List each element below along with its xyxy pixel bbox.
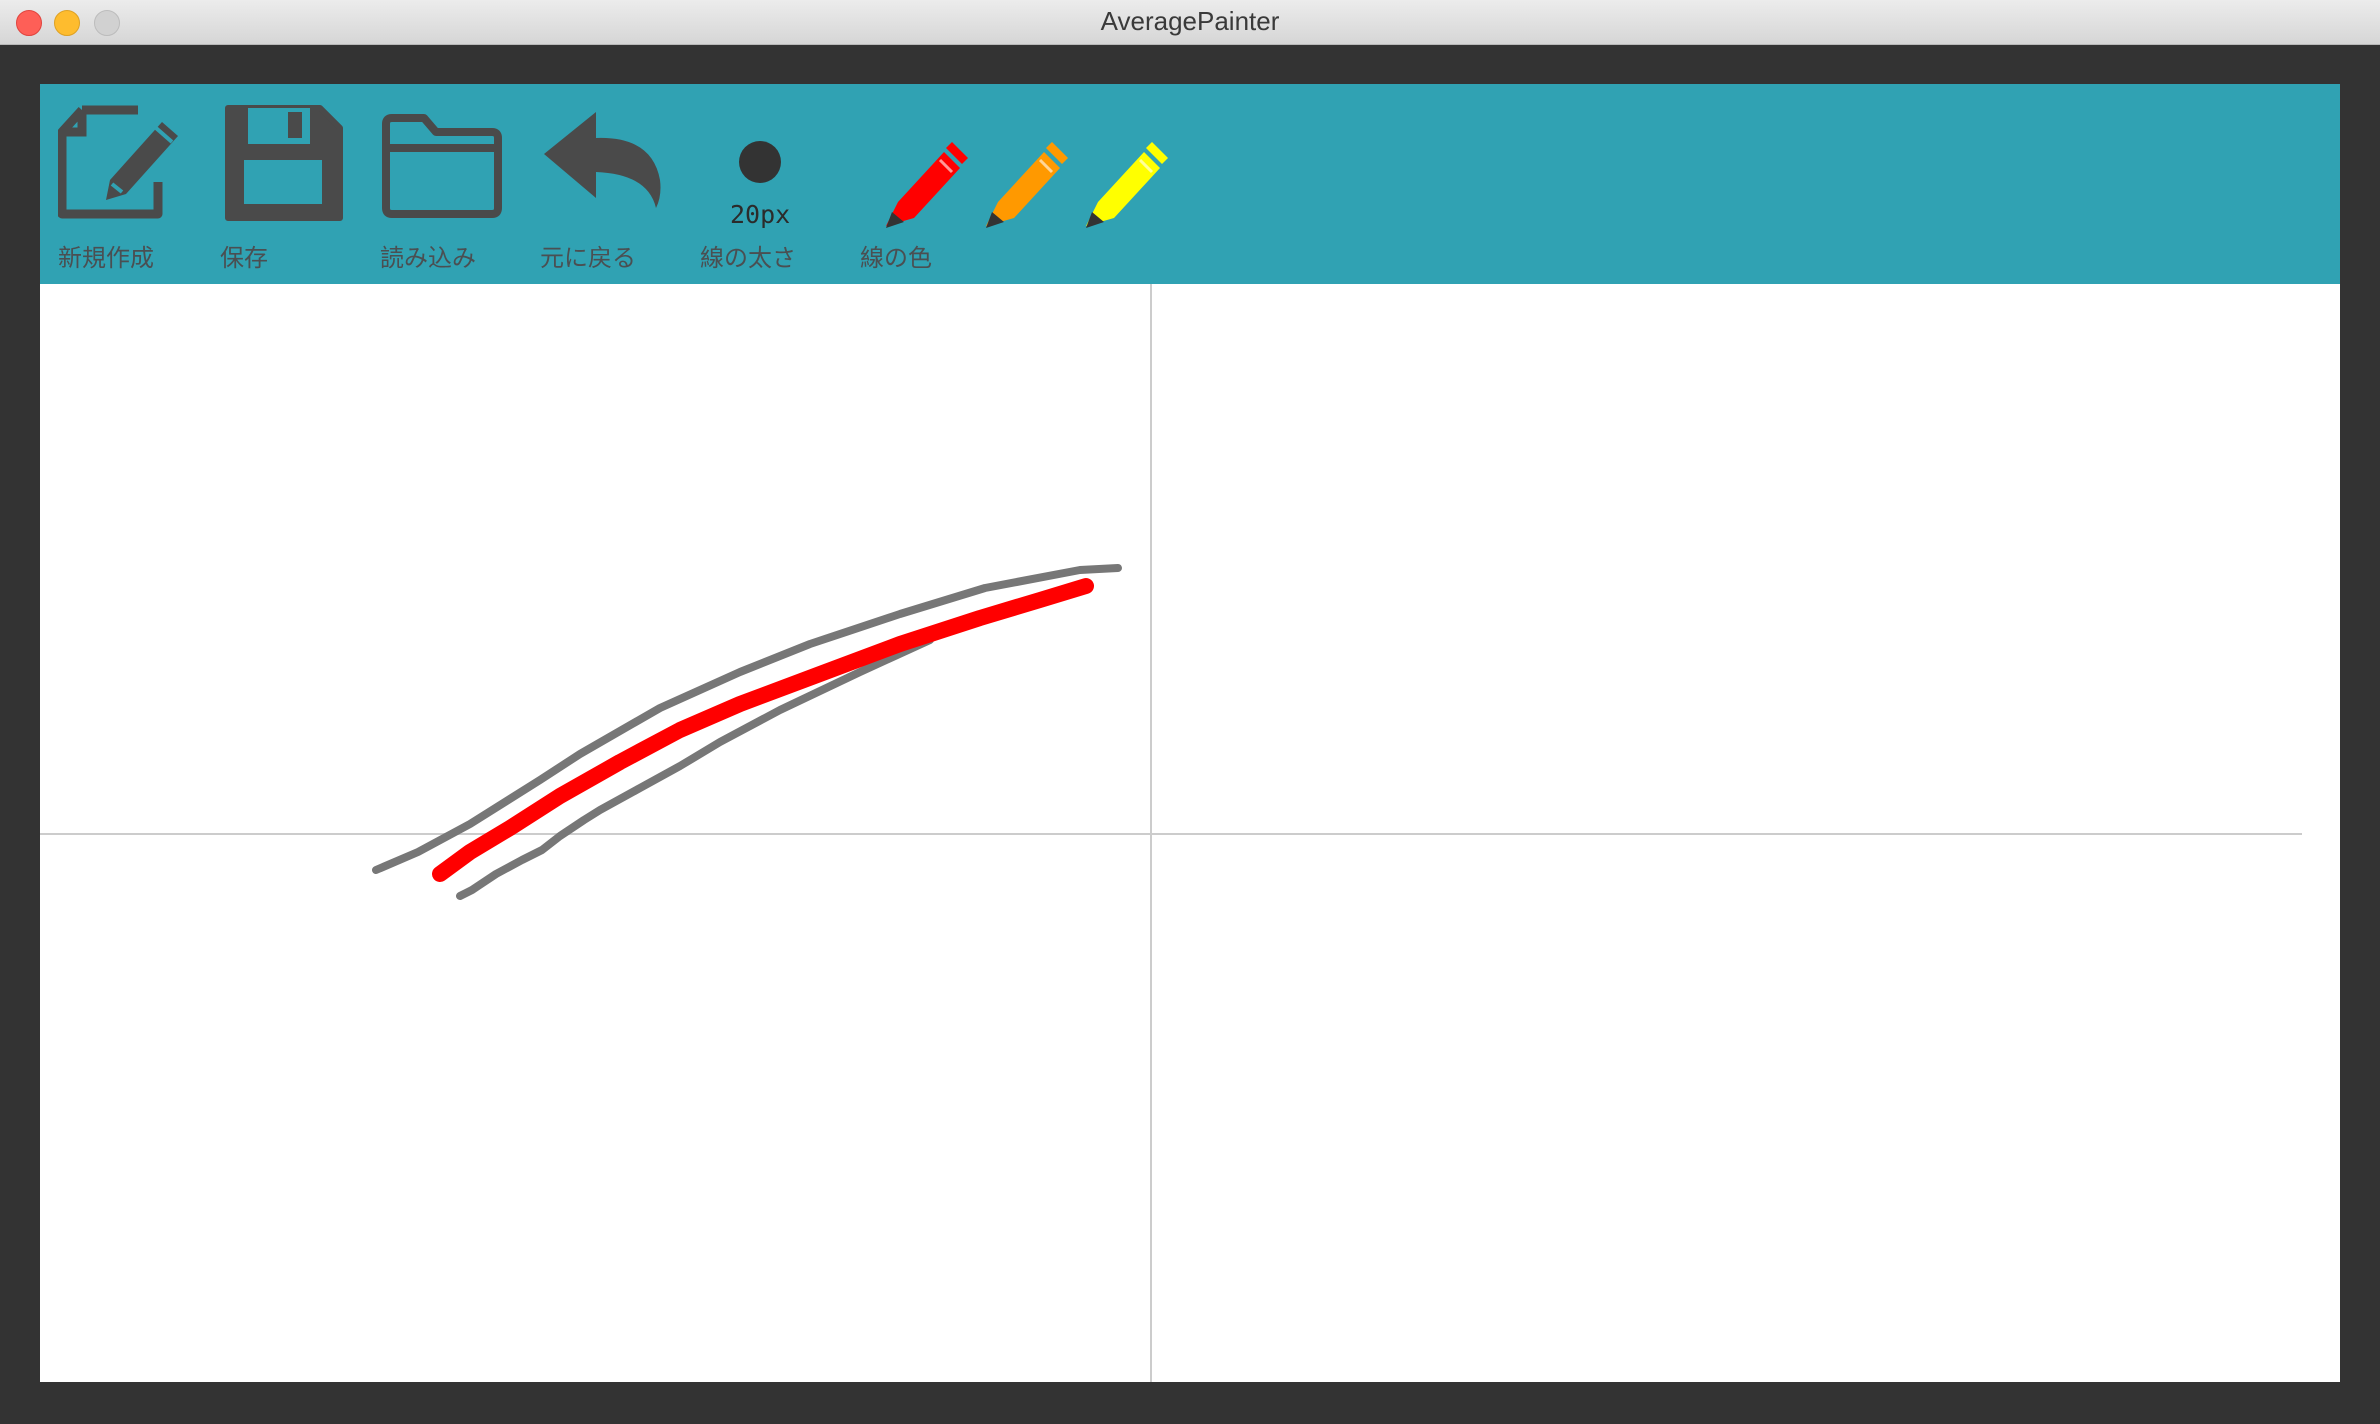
new-button[interactable]: 新規作成: [58, 84, 188, 284]
average-red-stroke: [432, 578, 1094, 882]
line-width-dot-icon: [739, 141, 781, 183]
save-button-label: 保存: [220, 244, 268, 272]
line-width-value: 20px: [730, 200, 791, 229]
new-button-label: 新規作成: [58, 244, 154, 272]
undo-button[interactable]: 元に戻る: [540, 84, 670, 284]
drawing-surface[interactable]: [40, 284, 2340, 1382]
yellow-pencil-icon[interactable]: [1078, 142, 1168, 234]
gray-stroke-lower: [456, 636, 934, 900]
load-button[interactable]: 読み込み: [380, 84, 510, 284]
toolbar: 新規作成 保存 読み込み 元に戻る 20px 線の太さ 線の色: [40, 84, 2340, 284]
save-button[interactable]: 保存: [220, 84, 350, 284]
orange-pencil-icon[interactable]: [978, 142, 1068, 234]
line-color-label: 線の色: [860, 244, 932, 272]
new-document-icon: [58, 105, 178, 219]
undo-button-label: 元に戻る: [540, 244, 636, 272]
line-width-button[interactable]: 20px 線の太さ: [700, 84, 810, 284]
title-bar: AveragePainter: [0, 0, 2380, 45]
window-title: AveragePainter: [1100, 6, 1280, 36]
line-width-label: 線の太さ: [700, 244, 796, 272]
red-pencil-icon[interactable]: [878, 142, 968, 234]
floppy-disk-icon: [225, 105, 343, 221]
load-button-label: 読み込み: [380, 244, 476, 272]
folder-icon: [382, 114, 502, 218]
undo-arrow-icon: [544, 112, 661, 208]
drawing-canvas[interactable]: [40, 284, 2340, 1382]
